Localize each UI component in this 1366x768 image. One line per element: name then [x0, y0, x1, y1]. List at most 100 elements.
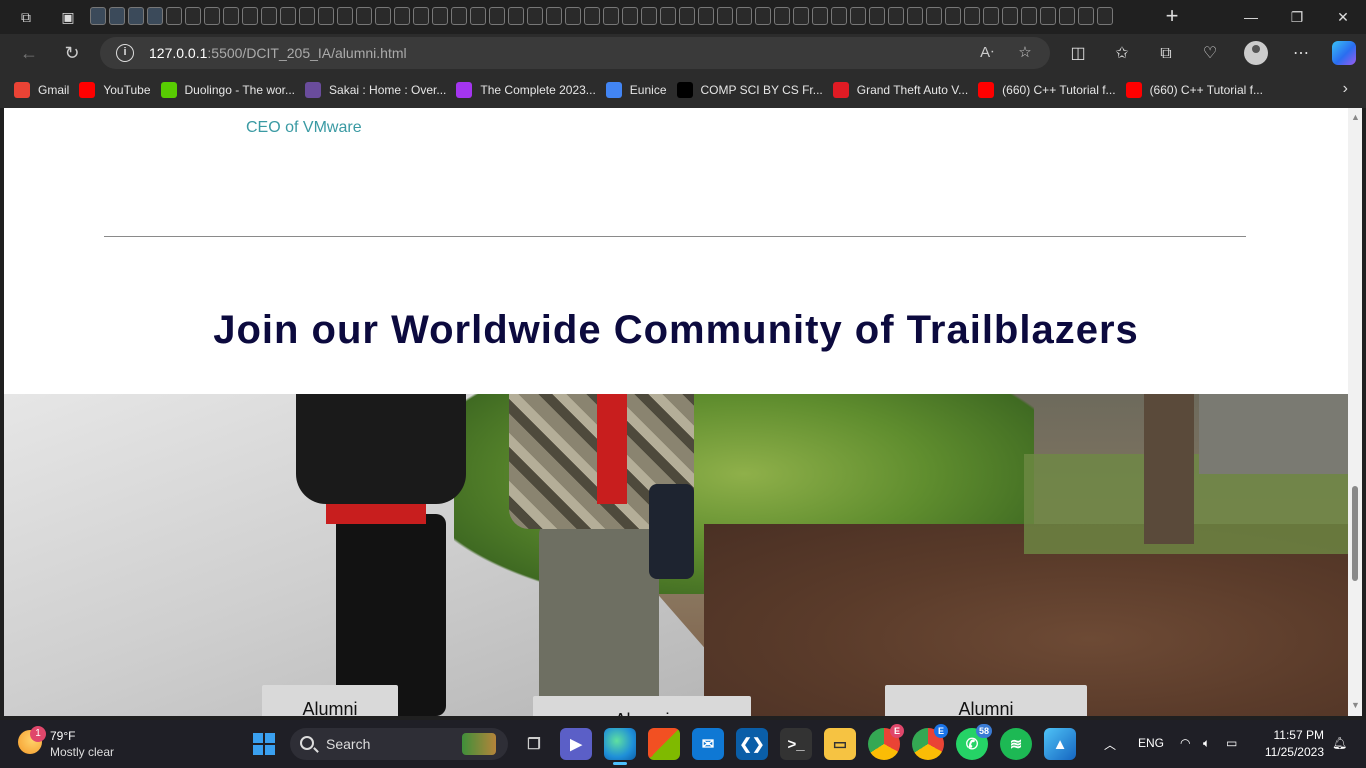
scrollbar-thumb[interactable]	[1352, 486, 1358, 581]
bookmark-item[interactable]: (660) C++ Tutorial f...	[976, 76, 1123, 104]
browser-tab[interactable]	[413, 7, 429, 25]
browser-tab[interactable]	[812, 7, 828, 25]
address-bar[interactable]: i 127.0.0.1:5500/DCIT_205_IA/alumni.html…	[100, 37, 1050, 69]
bookmark-item[interactable]: Eunice	[604, 76, 675, 104]
alumni-card[interactable]: Alumni	[533, 696, 751, 716]
chrome-icon[interactable]: E	[868, 724, 904, 760]
input-language[interactable]: ENG	[1138, 736, 1164, 750]
browser-tab[interactable]	[261, 7, 277, 25]
terminal-icon[interactable]: >_	[780, 728, 812, 760]
browser-tab[interactable]	[318, 7, 334, 25]
scroll-down-arrow-icon[interactable]: ▼	[1351, 700, 1360, 710]
bookmark-item[interactable]: Duolingo - The wor...	[159, 76, 304, 104]
favorites-icon[interactable]: ✩	[1110, 42, 1134, 66]
browser-tab[interactable]	[527, 7, 543, 25]
browser-tab[interactable]	[964, 7, 980, 25]
vertical-tabs-icon[interactable]: ▣	[50, 0, 86, 34]
volume-icon[interactable]: 🔈︎	[1203, 736, 1210, 751]
chevron-up-icon[interactable]: ︿	[1104, 736, 1116, 753]
whatsapp-icon[interactable]: ✆ 58	[956, 724, 992, 760]
spotify-icon[interactable]: ≋	[1000, 728, 1032, 760]
browser-tab[interactable]	[432, 7, 448, 25]
url-text[interactable]: 127.0.0.1:5500/DCIT_205_IA/alumni.html	[149, 45, 407, 61]
browser-essentials-icon[interactable]: ♡	[1198, 42, 1222, 66]
profile-avatar[interactable]	[1244, 41, 1268, 65]
clock-date[interactable]: 11/25/2023	[1254, 745, 1324, 759]
split-screen-icon[interactable]: ◫	[1066, 42, 1090, 66]
bookmark-item[interactable]: Grand Theft Auto V...	[831, 76, 976, 104]
wifi-icon[interactable]: ◠	[1180, 736, 1190, 750]
site-info-icon[interactable]: i	[116, 44, 134, 62]
new-tab-button[interactable]: +	[1160, 4, 1184, 28]
browser-tab[interactable]	[128, 7, 144, 25]
browser-tab[interactable]	[603, 7, 619, 25]
browser-tab[interactable]	[622, 7, 638, 25]
browser-tab[interactable]	[679, 7, 695, 25]
page-scrollbar[interactable]: ▲ ▼	[1348, 108, 1362, 716]
browser-tab[interactable]	[242, 7, 258, 25]
browser-tab[interactable]	[280, 7, 296, 25]
browser-tab[interactable]	[831, 7, 847, 25]
alumni-card[interactable]: Alumni	[262, 685, 398, 716]
browser-tab[interactable]	[394, 7, 410, 25]
scroll-up-arrow-icon[interactable]: ▲	[1351, 112, 1360, 122]
browser-tab[interactable]	[907, 7, 923, 25]
bookmark-item[interactable]: Gmail	[12, 76, 77, 104]
browser-tab[interactable]	[1040, 7, 1056, 25]
browser-tab[interactable]	[717, 7, 733, 25]
edge-browser-icon[interactable]	[604, 728, 636, 765]
browser-tab[interactable]	[223, 7, 239, 25]
browser-tab[interactable]	[1002, 7, 1018, 25]
browser-tab[interactable]	[451, 7, 467, 25]
bookmark-item[interactable]: (660) C++ Tutorial f...	[1124, 76, 1271, 104]
browser-tab[interactable]	[869, 7, 885, 25]
browser-tab[interactable]	[584, 7, 600, 25]
taskbar-search[interactable]: Search	[290, 728, 508, 760]
more-menu-icon[interactable]: ⋯	[1289, 42, 1313, 66]
microsoft-store-icon[interactable]	[648, 728, 680, 760]
browser-tab[interactable]	[90, 7, 106, 25]
browser-tab[interactable]	[850, 7, 866, 25]
browser-tab[interactable]	[755, 7, 771, 25]
browser-tab[interactable]	[660, 7, 676, 25]
bookmark-item[interactable]: COMP SCI BY CS Fr...	[675, 76, 831, 104]
clock-time[interactable]: 11:57 PM	[1268, 728, 1324, 742]
browser-tab[interactable]	[641, 7, 657, 25]
browser-tab[interactable]	[204, 7, 220, 25]
browser-tab[interactable]	[299, 7, 315, 25]
task-view-icon[interactable]: ❐	[518, 728, 550, 760]
browser-tab[interactable]	[356, 7, 372, 25]
browser-tab[interactable]	[565, 7, 581, 25]
alumni-card[interactable]: Alumni	[885, 685, 1087, 716]
browser-tab[interactable]	[166, 7, 182, 25]
back-button[interactable]: ←	[14, 39, 44, 67]
workspaces-icon[interactable]: ⧉	[8, 0, 44, 34]
notification-bell-icon[interactable]: 🔔︎	[1332, 736, 1347, 750]
browser-tab[interactable]	[1059, 7, 1075, 25]
browser-tab[interactable]	[736, 7, 752, 25]
browser-tab[interactable]	[489, 7, 505, 25]
refresh-button[interactable]: ↻	[57, 39, 87, 67]
browser-tab[interactable]	[774, 7, 790, 25]
browser-tab[interactable]	[470, 7, 486, 25]
favorite-star-icon[interactable]: ☆	[1014, 43, 1036, 63]
start-button[interactable]	[253, 733, 275, 755]
photos-icon[interactable]: ▲	[1044, 728, 1076, 760]
chrome-icon[interactable]: E	[912, 724, 948, 760]
teams-meet-icon[interactable]: ▶	[560, 728, 592, 760]
browser-tab[interactable]	[888, 7, 904, 25]
bookmark-item[interactable]: Sakai : Home : Over...	[303, 76, 454, 104]
collections-icon[interactable]: ⧉	[1154, 42, 1178, 66]
browser-tab[interactable]	[945, 7, 961, 25]
chevron-right-icon[interactable]: ›	[1343, 80, 1348, 98]
browser-tab[interactable]	[1021, 7, 1037, 25]
copilot-icon[interactable]	[1332, 41, 1356, 65]
minimize-button[interactable]: —	[1228, 0, 1274, 34]
browser-tab[interactable]	[698, 7, 714, 25]
weather-widget[interactable]: 1 79°F Mostly clear	[16, 726, 126, 762]
close-window-button[interactable]: ✕	[1320, 0, 1366, 34]
browser-tab[interactable]	[926, 7, 942, 25]
browser-tab[interactable]	[375, 7, 391, 25]
vscode-icon[interactable]: ❮❯	[736, 728, 768, 760]
browser-tab[interactable]	[1097, 7, 1113, 25]
